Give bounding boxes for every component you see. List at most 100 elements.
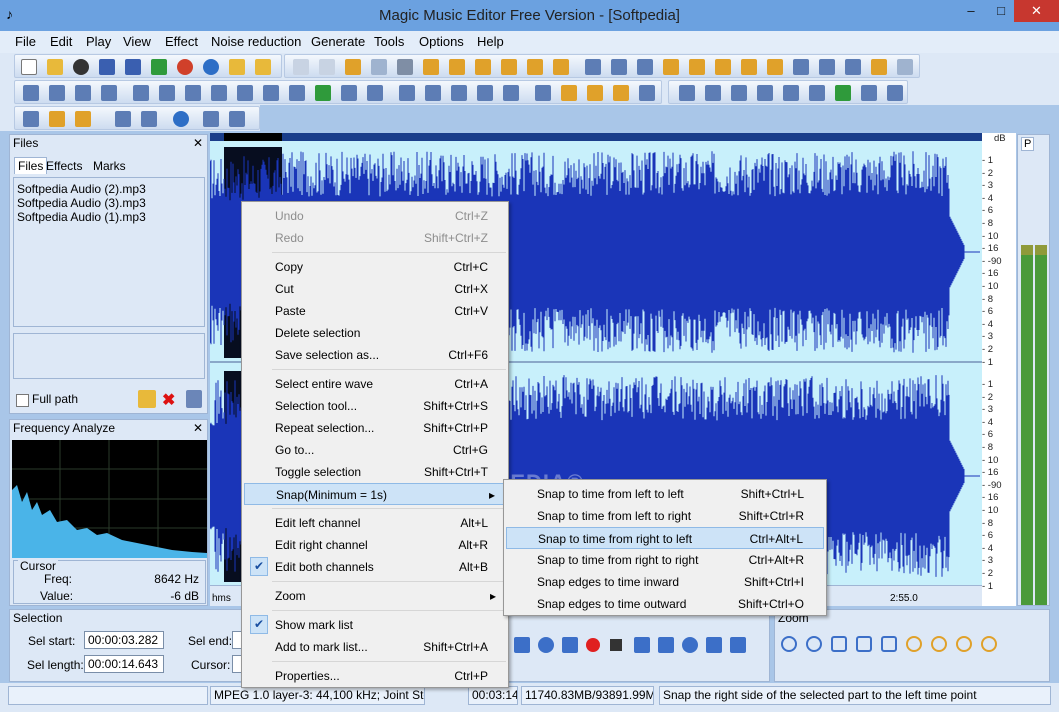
fade-out-icon[interactable] — [715, 59, 731, 75]
menu-options[interactable]: Options — [419, 34, 464, 49]
fade-in-icon[interactable] — [689, 59, 705, 75]
menu-item-redo[interactable]: Redo Shift+Ctrl+Z — [244, 227, 506, 249]
effect-19-icon[interactable] — [503, 85, 519, 101]
file-item[interactable]: Softpedia Audio (2).mp3 — [17, 182, 146, 196]
filter-icon[interactable] — [897, 59, 913, 75]
go-end-icon[interactable] — [730, 637, 746, 653]
menu-item-repeat-selection[interactable]: Repeat selection... Shift+Ctrl+P — [244, 417, 506, 439]
menu-help[interactable]: Help — [477, 34, 504, 49]
menu-item-save-selection-as[interactable]: Save selection as... Ctrl+F6 — [244, 344, 506, 366]
eq-1-icon[interactable] — [679, 85, 695, 101]
effect-20-icon[interactable] — [535, 85, 551, 101]
zoom-in-icon[interactable] — [781, 636, 797, 652]
effect-6-icon[interactable] — [159, 85, 175, 101]
marker-3-icon[interactable] — [75, 111, 91, 127]
save-green-icon[interactable] — [151, 59, 167, 75]
menu-item-undo[interactable]: Undo Ctrl+Z — [244, 205, 506, 227]
trim-icon[interactable] — [527, 59, 543, 75]
tab-marks[interactable]: Marks — [93, 159, 126, 173]
effect-9-icon[interactable] — [237, 85, 253, 101]
effect-17-icon[interactable] — [451, 85, 467, 101]
eq-3-icon[interactable] — [731, 85, 747, 101]
zoom-selection-icon[interactable] — [831, 636, 847, 652]
file-item[interactable]: Softpedia Audio (3).mp3 — [17, 196, 146, 210]
effect-5-icon[interactable] — [133, 85, 149, 101]
close-icon[interactable]: ✕ — [193, 135, 203, 152]
menu-noise-reduction[interactable]: Noise reduction — [211, 34, 301, 49]
wma-icon[interactable] — [229, 111, 245, 127]
mix-icon[interactable] — [501, 59, 517, 75]
effect-21-icon[interactable] — [561, 85, 577, 101]
effect-2-icon[interactable] — [49, 85, 65, 101]
sel-start-input[interactable]: 00:00:03.282 — [84, 631, 164, 649]
menu-item-paste[interactable]: Paste Ctrl+V — [244, 300, 506, 322]
menu-item-selection-tool[interactable]: Selection tool... Shift+Ctrl+S — [244, 395, 506, 417]
effect-3-icon[interactable] — [75, 85, 91, 101]
menu-item-edit-both-channels[interactable]: Edit both channels Alt+B ✔ — [244, 556, 506, 578]
maximize-button[interactable]: □ — [985, 0, 1017, 22]
disc-burn-icon[interactable] — [173, 111, 189, 127]
menu-item-delete-selection[interactable]: Delete selection — [244, 322, 506, 344]
menu-view[interactable]: View — [123, 34, 151, 49]
split-icon[interactable] — [611, 59, 627, 75]
menu-item-snap-minimum-1s[interactable]: Snap(Minimum = 1s) ▸ — [244, 483, 506, 505]
effect-24-icon[interactable] — [639, 85, 655, 101]
effect-18-icon[interactable] — [477, 85, 493, 101]
tab-effects[interactable]: Effects — [46, 159, 82, 173]
export-file-icon[interactable] — [141, 111, 157, 127]
text-cursor-icon[interactable] — [585, 59, 601, 75]
crop-icon[interactable] — [553, 59, 569, 75]
menu-item-properties[interactable]: Properties... Ctrl+P — [244, 665, 506, 687]
download-icon[interactable] — [663, 59, 679, 75]
menu-item-copy[interactable]: Copy Ctrl+C — [244, 256, 506, 278]
open-folder-icon[interactable] — [138, 390, 156, 408]
edit-icon[interactable] — [345, 59, 361, 75]
eq-5-icon[interactable] — [783, 85, 799, 101]
menu-generate[interactable]: Generate — [311, 34, 365, 49]
paste-new-icon[interactable] — [475, 59, 491, 75]
submenu-item-snap-edges-to-time-outward[interactable]: Snap edges to time outward Shift+Ctrl+O — [506, 593, 824, 615]
effect-11-icon[interactable] — [289, 85, 305, 101]
eq-7-icon[interactable] — [835, 85, 851, 101]
effect-14-icon[interactable] — [367, 85, 383, 101]
menu-edit[interactable]: Edit — [50, 34, 72, 49]
menu-item-toggle-selection[interactable]: Toggle selection Shift+Ctrl+T — [244, 461, 506, 483]
menu-item-zoom[interactable]: Zoom ▸ — [244, 585, 506, 607]
reverse-icon[interactable] — [741, 59, 757, 75]
zoom-vertical-in-icon[interactable] — [906, 636, 922, 652]
paste-mix-icon[interactable] — [449, 59, 465, 75]
effect-4-icon[interactable] — [101, 85, 117, 101]
zoom-reset-icon[interactable] — [981, 636, 997, 652]
close-icon[interactable]: ✕ — [193, 420, 203, 437]
zoom-out-icon[interactable] — [806, 636, 822, 652]
effect-10-icon[interactable] — [263, 85, 279, 101]
zoom-vertical-fit-icon[interactable] — [956, 636, 972, 652]
insert-icon[interactable] — [871, 59, 887, 75]
effect-8-icon[interactable] — [211, 85, 227, 101]
pause-icon[interactable] — [562, 637, 578, 653]
full-path-checkbox[interactable] — [16, 394, 29, 407]
submenu-item-snap-edges-to-time-inward[interactable]: Snap edges to time inward Shift+Ctrl+I — [506, 571, 824, 593]
menu-item-show-mark-list[interactable]: Show mark list ✔ — [244, 614, 506, 636]
menu-item-edit-left-channel[interactable]: Edit left channel Alt+L — [244, 512, 506, 534]
export-icon[interactable] — [255, 59, 271, 75]
marker-1-icon[interactable] — [23, 111, 39, 127]
copy-icon[interactable] — [371, 59, 387, 75]
menu-item-edit-right-channel[interactable]: Edit right channel Alt+R — [244, 534, 506, 556]
fast-forward-icon[interactable] — [706, 637, 722, 653]
open-folder-icon[interactable] — [47, 59, 63, 75]
eq-2-icon[interactable] — [705, 85, 721, 101]
go-start-icon[interactable] — [634, 637, 650, 653]
silence-icon[interactable] — [845, 59, 861, 75]
undo-icon[interactable] — [293, 59, 309, 75]
marker-2-icon[interactable] — [49, 111, 65, 127]
normalize-icon[interactable] — [793, 59, 809, 75]
effect-13-icon[interactable] — [341, 85, 357, 101]
loop-icon[interactable] — [538, 637, 554, 653]
effect-23-icon[interactable] — [613, 85, 629, 101]
join-icon[interactable] — [637, 59, 653, 75]
stop-icon[interactable] — [610, 639, 622, 651]
record-icon[interactable] — [586, 638, 600, 652]
zoom-fit-icon[interactable] — [856, 636, 872, 652]
cd-icon[interactable] — [203, 59, 219, 75]
